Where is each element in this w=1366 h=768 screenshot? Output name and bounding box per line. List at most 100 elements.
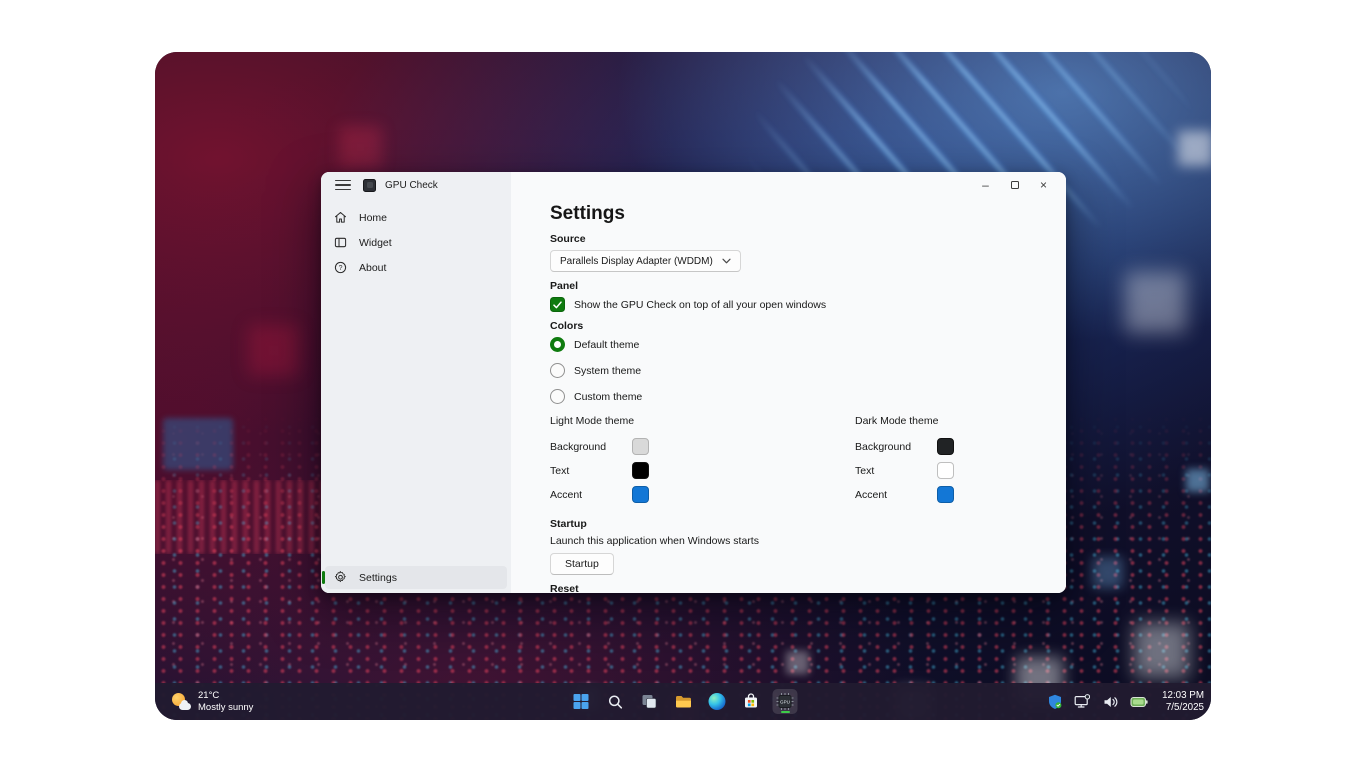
- edge-browser-button[interactable]: [705, 689, 730, 714]
- minimize-button[interactable]: –: [971, 173, 1000, 197]
- taskbar-tray: 12:03 PM 7/5/2025: [1046, 683, 1204, 720]
- volume-tray-button[interactable]: [1100, 689, 1120, 714]
- theme-columns: Light Mode theme Background Text Accent: [550, 415, 1046, 510]
- settings-page: Settings Source Parallels Display Adapte…: [511, 198, 1066, 593]
- security-shield-icon: [1048, 694, 1062, 709]
- radio-label: Default theme: [574, 339, 639, 351]
- sidebar: GPU Check Home Widget: [321, 172, 511, 593]
- swatch-label: Text: [550, 465, 632, 477]
- security-tray-button[interactable]: [1046, 689, 1064, 714]
- panel-heading: Panel: [550, 280, 1046, 292]
- source-heading: Source: [550, 233, 1046, 245]
- window-titlebar-left: GPU Check: [325, 172, 507, 198]
- home-icon: [333, 211, 347, 225]
- taskbar-clock[interactable]: 12:03 PM 7/5/2025: [1162, 690, 1204, 714]
- sidebar-item-about[interactable]: ? About: [325, 256, 507, 279]
- source-selected-value: Parallels Display Adapter (WDDM): [560, 256, 713, 267]
- swatch-label: Accent: [855, 489, 937, 501]
- sidebar-item-label: Home: [359, 212, 387, 224]
- volume-icon: [1103, 695, 1118, 709]
- swatch-label: Background: [855, 441, 937, 453]
- swatch-label: Background: [550, 441, 632, 453]
- radio-label: System theme: [574, 365, 641, 377]
- light-background-swatch[interactable]: [632, 438, 649, 455]
- gpu-chip-icon: GPU: [776, 692, 795, 711]
- gpu-check-window: GPU Check Home Widget: [321, 172, 1066, 593]
- clock-date: 7/5/2025: [1162, 702, 1204, 714]
- page-canvas: GPU Check Home Widget: [0, 0, 1366, 768]
- swatch-label: Accent: [550, 489, 632, 501]
- system-theme-radio[interactable]: [550, 363, 565, 378]
- sidebar-item-label: About: [359, 262, 386, 274]
- microsoft-store-button[interactable]: [739, 689, 764, 714]
- search-button[interactable]: [603, 689, 628, 714]
- taskbar: 21°C Mostly sunny: [155, 683, 1211, 720]
- gear-icon: [333, 571, 347, 585]
- sidebar-spacer: [325, 279, 507, 566]
- panel-checkbox[interactable]: [550, 297, 565, 312]
- radio-row-custom-theme: Custom theme: [550, 389, 1046, 404]
- startup-button[interactable]: Startup: [550, 553, 614, 575]
- wallpaper-bokeh: [155, 52, 156, 53]
- taskbar-center-icons: GPU: [569, 683, 798, 720]
- gpu-check-app-icon: [363, 179, 376, 192]
- sidebar-item-home[interactable]: Home: [325, 206, 507, 229]
- light-accent-swatch[interactable]: [632, 486, 649, 503]
- sidebar-item-settings[interactable]: Settings: [325, 566, 507, 589]
- light-accent-row: Accent: [550, 486, 855, 503]
- gpu-check-taskbar-button[interactable]: GPU: [773, 689, 798, 714]
- window-title: GPU Check: [385, 180, 438, 191]
- dark-background-swatch[interactable]: [937, 438, 954, 455]
- file-explorer-button[interactable]: [671, 689, 696, 714]
- battery-icon: [1130, 696, 1148, 708]
- monitor-icon: [1074, 694, 1090, 709]
- radio-row-system-theme: System theme: [550, 363, 1046, 378]
- task-view-button[interactable]: [637, 689, 662, 714]
- sidebar-item-label: Settings: [359, 572, 397, 584]
- sidebar-item-widget[interactable]: Widget: [325, 231, 507, 254]
- window-main: – × Settings Source Parallels Display Ad…: [511, 172, 1066, 593]
- sidebar-item-label: Widget: [359, 237, 392, 249]
- light-theme-column: Light Mode theme Background Text Accent: [550, 415, 855, 510]
- weather-condition: Mostly sunny: [198, 702, 253, 714]
- hamburger-menu-button[interactable]: [332, 176, 354, 194]
- source-select[interactable]: Parallels Display Adapter (WDDM): [550, 250, 741, 272]
- folder-icon: [674, 694, 692, 710]
- light-theme-heading: Light Mode theme: [550, 415, 855, 427]
- light-text-row: Text: [550, 462, 855, 479]
- weather-text: 21°C Mostly sunny: [198, 690, 253, 713]
- dark-theme-heading: Dark Mode theme: [855, 415, 954, 427]
- window-titlebar-right: – ×: [511, 172, 1066, 198]
- maximize-button[interactable]: [1000, 173, 1029, 197]
- colors-heading: Colors: [550, 320, 1046, 332]
- sun-cloud-icon: [172, 693, 191, 710]
- dark-text-swatch[interactable]: [937, 462, 954, 479]
- custom-theme-radio[interactable]: [550, 389, 565, 404]
- store-icon: [743, 693, 760, 710]
- page-title: Settings: [550, 203, 1046, 225]
- default-theme-radio[interactable]: [550, 337, 565, 352]
- question-circle-icon: ?: [333, 261, 347, 275]
- taskbar-weather-widget[interactable]: 21°C Mostly sunny: [164, 683, 261, 720]
- widget-icon: [333, 236, 347, 250]
- panel-checkbox-label: Show the GPU Check on top of all your op…: [574, 299, 826, 311]
- light-text-swatch[interactable]: [632, 462, 649, 479]
- dark-accent-row: Accent: [855, 486, 954, 503]
- chevron-down-icon: [722, 258, 731, 264]
- startup-description: Launch this application when Windows sta…: [550, 535, 1046, 547]
- display-tray-button[interactable]: [1072, 689, 1092, 714]
- dark-accent-swatch[interactable]: [937, 486, 954, 503]
- swatch-label: Text: [855, 465, 937, 477]
- svg-text:?: ?: [338, 265, 342, 272]
- radio-label: Custom theme: [574, 391, 642, 403]
- light-background-row: Background: [550, 438, 855, 455]
- close-button[interactable]: ×: [1029, 173, 1058, 197]
- battery-tray-button[interactable]: [1128, 689, 1150, 714]
- edge-icon: [709, 693, 726, 710]
- radio-row-default-theme: Default theme: [550, 337, 1046, 352]
- startup-heading: Startup: [550, 518, 1046, 530]
- start-button[interactable]: [569, 689, 594, 714]
- task-view-icon: [641, 693, 658, 710]
- search-icon: [607, 694, 623, 710]
- clock-time: 12:03 PM: [1162, 690, 1204, 702]
